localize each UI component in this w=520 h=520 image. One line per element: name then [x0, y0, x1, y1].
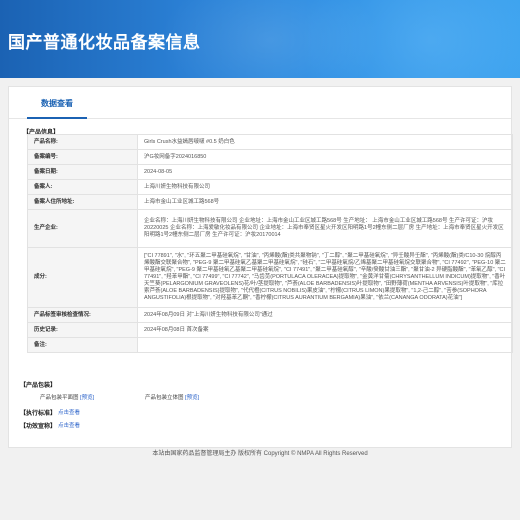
packaging-flat-label: 产品包装平面图 [40, 395, 79, 401]
efficacy-title: 【功效宣称】 [20, 424, 57, 430]
row-key: 备案日期: [27, 164, 138, 180]
row-value-manufacturer: 企业名称：上海川妍生物科技有限公司 企业地址：上海市金山工业区城工路568号 生… [137, 209, 513, 248]
table-row: 备案人住所地址: 上海市金山工业区城工路568号 [27, 194, 513, 210]
table-row: 产品标签审核检查情况: 2024年08月09日 对“上海川妍生物科技有限公司”通… [27, 307, 513, 323]
row-value-ingredients: ["CI 77891", "水", "环五聚二甲基硅氧烷", "甘油", "丙烯… [137, 247, 513, 308]
row-value-label-review: 2024年08月09日 对“上海川妍生物科技有限公司”通过 [137, 307, 513, 323]
table-row: 生产企业: 企业名称：上海川妍生物科技有限公司 企业地址：上海市金山工业区城工路… [27, 209, 513, 248]
table-row: 备案编号: 沪G妆网备字2024016850 [27, 149, 513, 165]
row-key: 备注: [27, 337, 138, 353]
row-key: 产品标签审核检查情况: [27, 307, 138, 323]
row-value-registration-number: 沪G妆网备字2024016850 [137, 149, 513, 165]
row-key: 生产企业: [27, 209, 138, 248]
execution-standard-link[interactable]: 点击查看 [58, 410, 80, 416]
row-key: 历史记录: [27, 322, 138, 338]
table-row: 备案日期: 2024-08-05 [27, 164, 513, 180]
packaging-section-title: 【产品包装】 [20, 383, 57, 389]
table-row: 备注: [27, 337, 513, 353]
row-value-registrant-address: 上海市金山工业区城工路568号 [137, 194, 513, 210]
table-row: 备案人: 上海川妍生物科技有限公司 [27, 179, 513, 195]
tab-data-view[interactable]: 数据查看 [27, 97, 87, 119]
row-key: 产品名称: [27, 134, 138, 150]
page-footer: 本站由国家药品监督管理局主办 版权所有 Copyright © NMPA All… [152, 451, 368, 457]
table-row: 成分: ["CI 77891", "水", "环五聚二甲基硅氧烷", "甘油",… [27, 247, 513, 308]
page-header: 国产普通化妆品备案信息 [0, 0, 520, 78]
tab-bar: 数据查看 [9, 87, 511, 119]
table-row: 历史记录: 2024年08月08日 首次备案 [27, 322, 513, 338]
row-value-registration-date: 2024-08-05 [137, 164, 513, 180]
table-row: 产品名称: Girls Crush水益嫣唇啵啵 #0.5 奶白色 [27, 134, 513, 150]
row-key: 成分: [27, 247, 138, 308]
packaging-stereo-label: 产品包装立体图 [145, 395, 184, 401]
product-info-table: 产品名称: Girls Crush水益嫣唇啵啵 #0.5 奶白色 备案编号: 沪… [27, 134, 513, 353]
efficacy-link[interactable]: 点击查看 [58, 423, 80, 429]
packaging-flat-row: 产品包装平面图 [预览] [40, 393, 94, 401]
packaging-stereo-preview-link[interactable]: [预览] [185, 395, 199, 401]
efficacy-row: 点击查看 [58, 421, 80, 429]
row-value-registrant: 上海川妍生物科技有限公司 [137, 179, 513, 195]
row-value-product-name: Girls Crush水益嫣唇啵啵 #0.5 奶白色 [137, 134, 513, 150]
row-key: 备案人住所地址: [27, 194, 138, 210]
packaging-flat-preview-link[interactable]: [预览] [80, 395, 94, 401]
row-key: 备案人: [27, 179, 138, 195]
page-title: 国产普通化妆品备案信息 [8, 33, 201, 52]
row-value-remarks [137, 337, 513, 353]
execution-standard-row: 点击查看 [58, 408, 80, 416]
row-key: 备案编号: [27, 149, 138, 165]
execution-standard-title: 【执行标准】 [20, 411, 57, 417]
row-value-history: 2024年08月08日 首次备案 [137, 322, 513, 338]
packaging-stereo-row: 产品包装立体图 [预览] [145, 393, 199, 401]
